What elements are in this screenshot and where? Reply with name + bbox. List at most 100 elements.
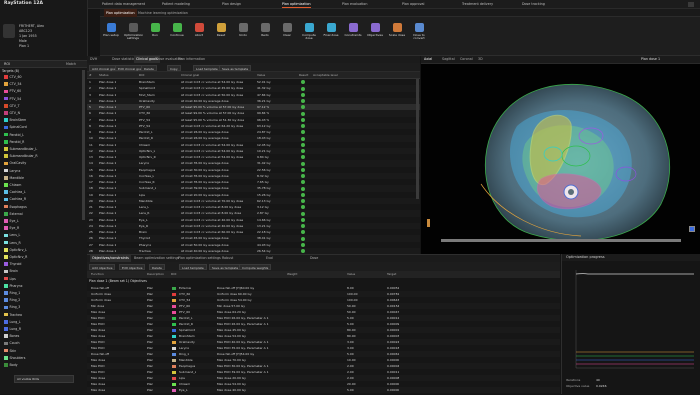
clinical-goal-header-5[interactable]: Result bbox=[299, 72, 308, 79]
objectives-group[interactable]: Plan dose 1 (Beam set 1) Objectives bbox=[89, 279, 147, 283]
roi-item[interactable]: Cochlea_R bbox=[4, 196, 84, 202]
table-scrollbar[interactable] bbox=[416, 79, 419, 199]
workspace-tab-6[interactable]: Treatment delivery bbox=[462, 1, 493, 8]
objective-button-1[interactable]: Edit objective bbox=[119, 263, 146, 270]
roi-item[interactable]: Lens_R bbox=[4, 240, 84, 246]
toolbar-button-4[interactable]: Abort bbox=[190, 23, 208, 53]
roi-item[interactable]: Esophagus bbox=[4, 204, 84, 210]
roi-item[interactable]: Mandible bbox=[4, 175, 84, 181]
roi-visibility-dropdown[interactable]: All visible ROIs bbox=[14, 375, 74, 383]
roi-item[interactable]: OralCavity bbox=[4, 160, 84, 166]
toolbar-button-6[interactable]: Undo bbox=[234, 23, 252, 53]
ribbon-tab-1[interactable]: Machine learning optimization bbox=[138, 9, 188, 17]
roi-item[interactable]: Body bbox=[4, 362, 84, 368]
roi-group-targets[interactable]: Targets (8) bbox=[2, 69, 19, 73]
roi-item[interactable]: OpticNrv_L bbox=[4, 247, 84, 253]
roi-filter[interactable]: Match bbox=[66, 62, 76, 66]
clinical-goal-header-6[interactable]: Acceptable level bbox=[313, 72, 338, 79]
objective-button-5[interactable]: Compute weights bbox=[239, 263, 272, 270]
workspace-tab-4[interactable]: Plan evaluation bbox=[342, 1, 367, 8]
roi-item[interactable]: Lips bbox=[4, 276, 84, 282]
roi-item[interactable]: Ring_1 bbox=[4, 290, 84, 296]
roi-item[interactable]: Submandibular_R bbox=[4, 153, 84, 159]
toolbar-button-0[interactable]: Plan setup bbox=[102, 23, 120, 53]
toolbar-button-14[interactable]: Dose to convert bbox=[410, 23, 428, 53]
roi-item[interactable]: Larynx bbox=[4, 168, 84, 174]
roi-item[interactable]: PTV_60 bbox=[4, 88, 84, 94]
workspace-tab-1[interactable]: Patient modeling bbox=[162, 1, 190, 8]
image-viewer[interactable]: Axial Sagittal Coronal 3D Plan dose 1 bbox=[421, 56, 700, 254]
roi-item[interactable]: SpinalCord bbox=[4, 124, 84, 130]
toolbar-button-10[interactable]: Final dose bbox=[322, 23, 340, 53]
objective-button-0[interactable]: Add objective bbox=[89, 263, 116, 270]
ribbon-tab-0[interactable]: Plan optimization bbox=[104, 9, 137, 17]
workspace-tab-0[interactable]: Patient data management bbox=[102, 1, 145, 8]
roi-item[interactable]: External bbox=[4, 211, 84, 217]
roi-item[interactable]: Eye_L bbox=[4, 218, 84, 224]
toolbar-button-12[interactable]: Objectives bbox=[366, 23, 384, 53]
roi-item[interactable]: Brain bbox=[4, 268, 84, 274]
roi-item[interactable]: Cochlea_L bbox=[4, 189, 84, 195]
optimization-tab-3[interactable]: Robust bbox=[222, 255, 233, 262]
orientation-cube-icon[interactable] bbox=[689, 226, 695, 232]
toolbar-button-3[interactable]: Continue bbox=[168, 23, 186, 53]
roi-item[interactable]: OpticNrv_R bbox=[4, 254, 84, 260]
roi-item[interactable]: Couch bbox=[4, 340, 84, 346]
objective-header-5[interactable]: Target bbox=[387, 271, 396, 278]
roi-item[interactable]: CTV_60 bbox=[4, 74, 84, 80]
clinical-goal-header-2[interactable]: ROI bbox=[139, 72, 144, 79]
toolbar-button-5[interactable]: Reset bbox=[212, 23, 230, 53]
optimization-tab-4[interactable]: Eval bbox=[266, 255, 273, 262]
roi-item[interactable]: Parotid_L bbox=[4, 132, 84, 138]
clinical-goal-button-5[interactable]: Save as template bbox=[219, 64, 252, 71]
workspace-tab-2[interactable]: Plan design bbox=[222, 1, 241, 8]
toolbar-button-2[interactable]: Run bbox=[146, 23, 164, 53]
roi-item[interactable]: Ring_2 bbox=[4, 297, 84, 303]
clinical-goal-header-3[interactable]: Clinical goal bbox=[181, 72, 199, 79]
objective-header-2[interactable]: ROI bbox=[171, 271, 176, 278]
toolbar-button-11[interactable]: Constraints bbox=[344, 23, 362, 53]
roi-item[interactable]: Parotid_R bbox=[4, 139, 84, 145]
optimization-tab-5[interactable]: Dose bbox=[310, 255, 318, 262]
toolbar-button-8[interactable]: Clear bbox=[278, 23, 296, 53]
clinical-goal-header-4[interactable]: Value bbox=[257, 72, 265, 79]
clinical-goal-button-3[interactable]: Copy bbox=[167, 64, 181, 71]
optimization-tab-0[interactable]: Objectives/constraints bbox=[90, 255, 131, 262]
roi-item[interactable]: Eye_R bbox=[4, 225, 84, 231]
objective-header-0[interactable]: Function bbox=[91, 271, 104, 278]
roi-item[interactable]: Thyroid bbox=[4, 261, 84, 267]
clinical-goal-button-4[interactable]: Load template bbox=[193, 64, 221, 71]
viewer-tab-2[interactable]: Coronal bbox=[460, 56, 473, 63]
optimization-tab-1[interactable]: Beam optimization settings bbox=[134, 255, 179, 262]
viewer-tab-3[interactable]: 3D bbox=[478, 56, 483, 63]
toolbar-button-13[interactable]: Scale dose bbox=[388, 23, 406, 53]
roi-item[interactable]: GTV_N bbox=[4, 110, 84, 116]
clinical-goal-header-1[interactable]: Status bbox=[99, 72, 109, 79]
objective-button-3[interactable]: Load template bbox=[179, 263, 207, 270]
roi-item[interactable]: Pharynx bbox=[4, 283, 84, 289]
patient-plan[interactable]: Plan 1 bbox=[19, 44, 29, 48]
viewer-tab-1[interactable]: Sagittal bbox=[442, 56, 455, 63]
objective-header-4[interactable]: Value bbox=[347, 271, 355, 278]
roi-item[interactable]: Chiasm bbox=[4, 182, 84, 188]
roi-item[interactable]: Lung_R bbox=[4, 326, 84, 332]
roi-item[interactable]: Bones bbox=[4, 333, 84, 339]
objective-header-3[interactable]: Weight bbox=[287, 271, 297, 278]
optimization-tab-2[interactable]: Plan optimization settings bbox=[178, 255, 221, 262]
toolbar-button-9[interactable]: Compute dose bbox=[300, 23, 318, 53]
close-icon[interactable] bbox=[688, 2, 694, 7]
roi-item[interactable]: Ring_3 bbox=[4, 304, 84, 310]
roi-item[interactable]: Shoulders bbox=[4, 355, 84, 361]
roi-item[interactable]: Trachea bbox=[4, 312, 84, 318]
objective-button-2[interactable]: Delete bbox=[149, 263, 165, 270]
objective-button-4[interactable]: Save as template bbox=[209, 263, 242, 270]
toolbar-button-1[interactable]: Optimization settings bbox=[124, 23, 143, 53]
workspace-tab-5[interactable]: Plan approval bbox=[402, 1, 424, 8]
workspace-tab-3[interactable]: Plan optimization bbox=[282, 1, 311, 8]
workspace-tab-7[interactable]: Dose tracking bbox=[522, 1, 545, 8]
ct-slice-image[interactable] bbox=[421, 64, 700, 254]
roi-item[interactable]: Lens_L bbox=[4, 232, 84, 238]
roi-item[interactable]: Submandibular_L bbox=[4, 146, 84, 152]
clinical-goal-header-0[interactable]: # bbox=[89, 72, 92, 79]
roi-item[interactable]: Skin bbox=[4, 348, 84, 354]
